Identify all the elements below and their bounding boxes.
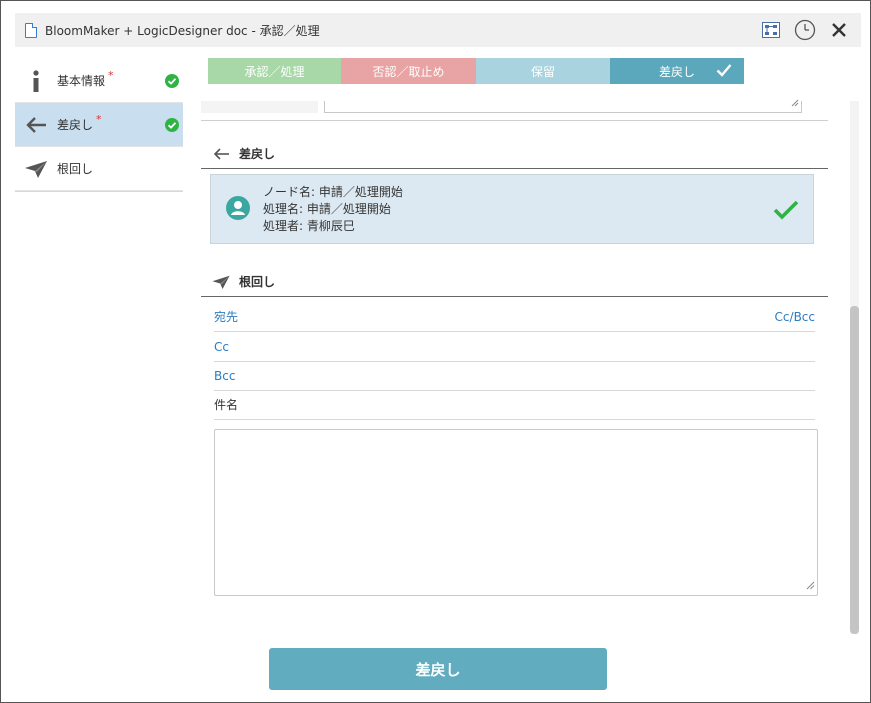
vertical-scrollbar[interactable]	[850, 101, 859, 634]
user-avatar-icon	[226, 196, 250, 223]
window-title: BloomMaker + LogicDesigner doc - 承認／処理	[45, 23, 320, 38]
title-bar-controls	[759, 18, 851, 42]
node-name-line: ノード名: 申請／処理開始	[263, 185, 403, 199]
required-mark: *	[96, 113, 102, 126]
arrow-left-icon	[211, 147, 231, 160]
sidebar-item-label: 根回し	[57, 162, 94, 176]
resize-grip-icon[interactable]	[791, 96, 799, 110]
title-bar: BloomMaker + LogicDesigner doc - 承認／処理	[15, 13, 861, 47]
subject-label: 件名	[214, 398, 239, 412]
cc-bcc-link[interactable]: Cc/Bcc	[775, 310, 815, 324]
selected-check-icon	[773, 199, 799, 224]
sidebar-item-return[interactable]: 差戻し *	[15, 103, 183, 147]
arrow-left-icon	[21, 116, 51, 134]
message-body-textarea[interactable]	[214, 429, 818, 596]
form-content: 差戻し ノード名: 申請／処理開始 処理名: 申請／処理開始 処理者: 青柳辰巳	[201, 99, 828, 631]
tab-hold[interactable]: 保留	[476, 58, 610, 84]
sidebar-nav: 基本情報 * 差戻し * 根回し	[15, 59, 183, 192]
tab-label: 保留	[530, 64, 555, 79]
submit-return-button[interactable]: 差戻し	[269, 648, 607, 690]
tab-approve[interactable]: 承認／処理	[208, 58, 341, 84]
sidebar-item-basic-info[interactable]: 基本情報 *	[15, 59, 183, 103]
cc-label[interactable]: Cc	[214, 340, 229, 354]
flow-diagram-icon[interactable]	[759, 18, 783, 42]
subject-field[interactable]: 件名	[214, 390, 815, 420]
history-clock-icon[interactable]	[793, 18, 817, 42]
tab-return[interactable]: 差戻し	[610, 58, 744, 84]
previous-label-cell	[201, 101, 318, 113]
sidebar-item-label: 基本情報	[57, 74, 106, 88]
resize-grip-icon[interactable]	[806, 579, 815, 593]
tab-label: 否認／取止め	[372, 64, 445, 79]
sidebar-item-label: 差戻し	[57, 118, 94, 132]
dialog-window: BloomMaker + LogicDesigner doc - 承認／処理 基…	[0, 0, 871, 703]
tab-deny[interactable]: 否認／取止め	[341, 58, 476, 84]
section-title: 差戻し	[239, 147, 276, 161]
check-circle-icon	[165, 74, 179, 91]
close-icon[interactable]	[827, 18, 851, 42]
check-circle-icon	[165, 118, 179, 135]
comment-textarea[interactable]	[324, 99, 802, 113]
bcc-label[interactable]: Bcc	[214, 369, 235, 383]
cc-field[interactable]: Cc	[214, 332, 815, 362]
sidebar-item-nemawashi[interactable]: 根回し	[15, 147, 183, 191]
return-section-header: 差戻し	[201, 139, 828, 169]
paper-plane-icon	[21, 160, 51, 178]
return-target-details: ノード名: 申請／処理開始 処理名: 申請／処理開始 処理者: 青柳辰巳	[263, 184, 403, 235]
scrollbar-thumb[interactable]	[850, 306, 859, 634]
tab-label: 承認／処理	[244, 64, 305, 79]
to-field[interactable]: 宛先 Cc/Bcc	[214, 302, 815, 332]
previous-comment-area	[201, 99, 828, 121]
process-name-line: 処理名: 申請／処理開始	[263, 202, 391, 216]
nemawashi-section-header: 根回し	[201, 267, 828, 297]
paper-plane-icon	[211, 275, 231, 289]
info-icon	[21, 69, 51, 92]
selected-check-icon	[716, 63, 732, 80]
to-label[interactable]: 宛先	[214, 308, 238, 325]
document-icon	[25, 22, 37, 38]
sidebar-divider	[15, 191, 183, 192]
return-target-card[interactable]: ノード名: 申請／処理開始 処理名: 申請／処理開始 処理者: 青柳辰巳	[210, 174, 814, 244]
action-tabs: 承認／処理 否認／取止め 保留 差戻し	[208, 58, 744, 84]
tab-label: 差戻し	[658, 64, 695, 79]
required-mark: *	[108, 69, 114, 82]
handler-line: 処理者: 青柳辰巳	[263, 219, 355, 233]
bcc-field[interactable]: Bcc	[214, 361, 815, 391]
section-title: 根回し	[239, 275, 276, 289]
